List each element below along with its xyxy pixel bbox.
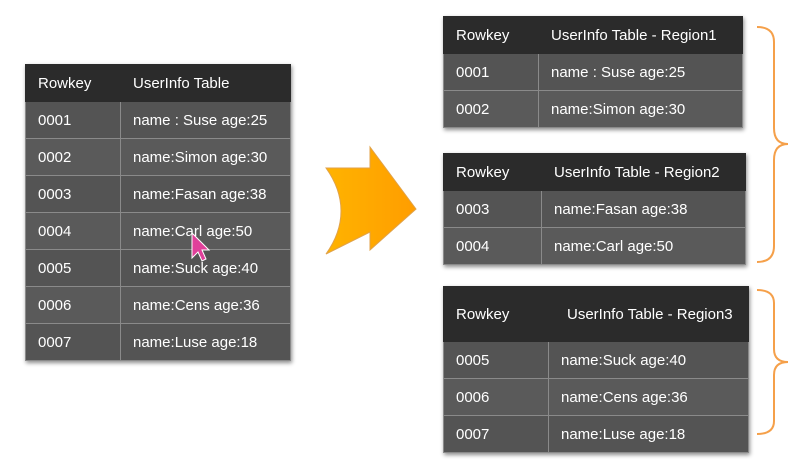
mouse-cursor-icon	[191, 231, 211, 262]
right-curly-brace-icon	[756, 289, 789, 435]
right-curly-brace-icon	[756, 26, 789, 263]
decoration-layer	[191, 26, 789, 435]
right-arrow-icon	[325, 145, 417, 255]
